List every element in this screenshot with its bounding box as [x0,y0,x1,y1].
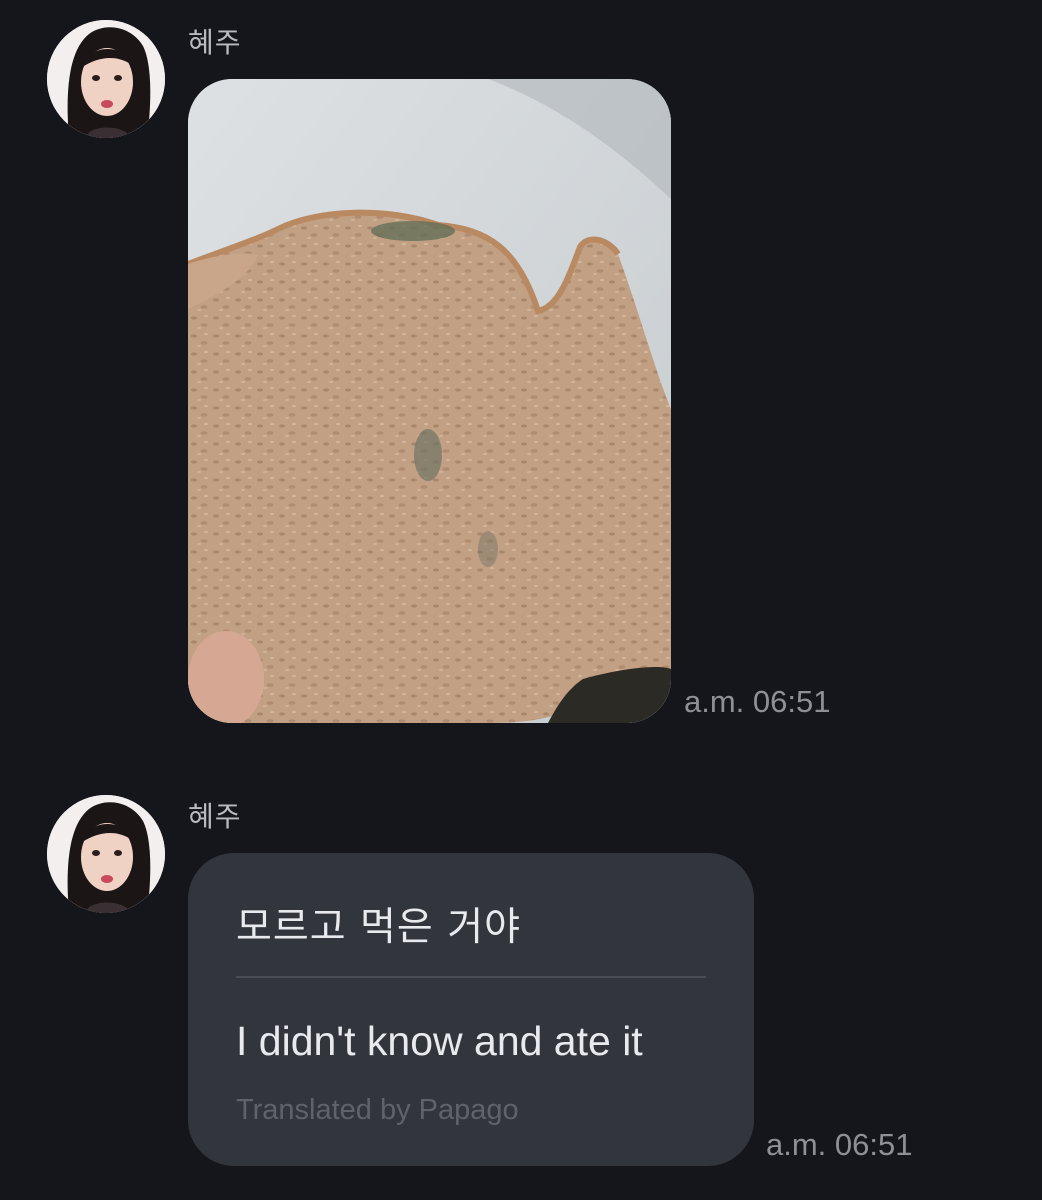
image-message[interactable] [188,79,671,723]
translation-divider [236,976,706,978]
translated-message-text: I didn't know and ate it [236,1018,643,1064]
sender-avatar[interactable] [47,795,165,913]
avatar-photo-icon [47,795,165,913]
translation-credit: Translated by Papago [236,1094,519,1126]
sender-avatar[interactable] [47,20,165,138]
moldy-bread-photo [188,79,671,723]
original-message-text: 모르고 먹은 거야 [236,905,521,950]
message-time: a.m. 06:51 [766,1127,913,1162]
sender-name: 혜주 [188,800,242,833]
text-message-bubble[interactable]: 모르고 먹은 거야 I didn't know and ate it Trans… [188,853,754,1166]
avatar-photo-icon [47,20,165,138]
message-time: a.m. 06:51 [684,684,831,719]
sender-name: 혜주 [188,26,242,59]
chat-thread: 혜주 a.m. 06:51 혜주 모르고 먹은 거야 I didn't know… [0,0,1042,1200]
